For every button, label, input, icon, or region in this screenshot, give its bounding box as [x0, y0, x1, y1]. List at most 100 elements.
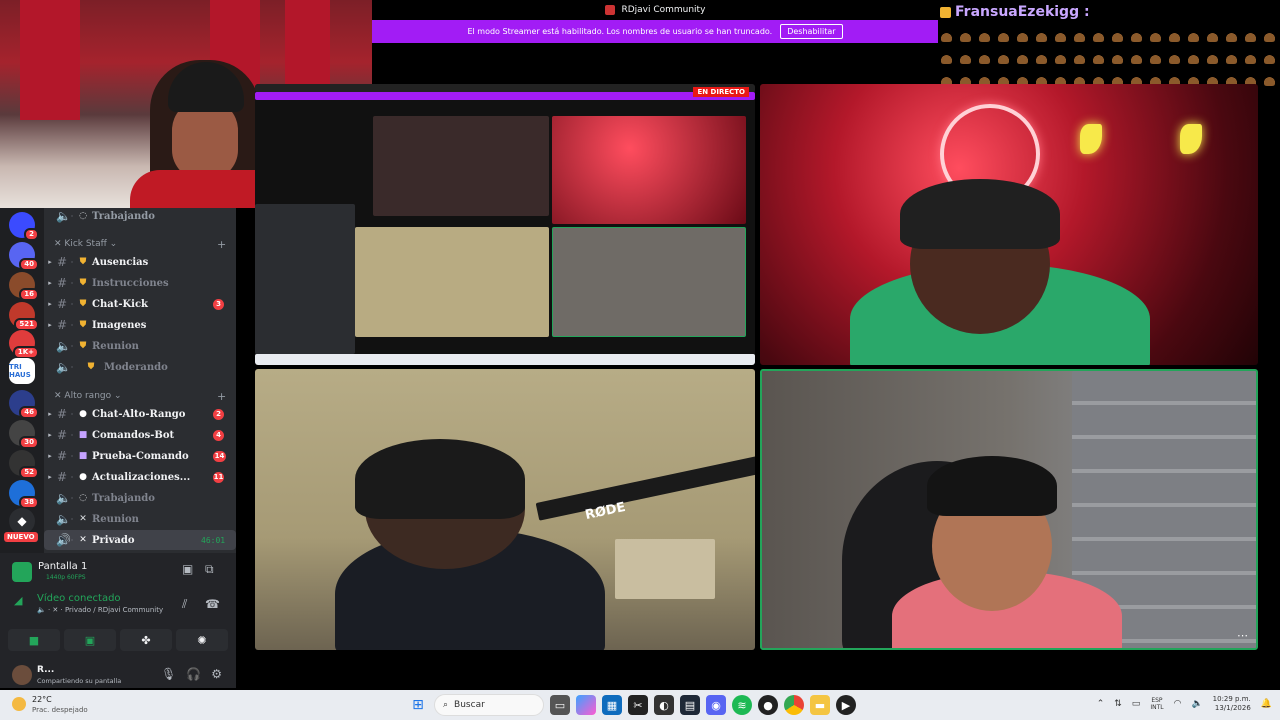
- app-icon[interactable]: ◐: [654, 695, 674, 715]
- screen-share-tile[interactable]: EN DIRECTO: [255, 84, 755, 365]
- popout-icon[interactable]: ⧉: [205, 562, 214, 577]
- video-tile-red-studio[interactable]: [760, 84, 1258, 365]
- capcut-icon[interactable]: ✂: [628, 695, 648, 715]
- clock-date: 13/1/2026: [1214, 704, 1251, 712]
- layout-label: INTL: [1150, 704, 1164, 711]
- server-icon[interactable]: 52: [9, 450, 39, 479]
- camera-button[interactable]: ■: [8, 629, 60, 651]
- search-input[interactable]: ⌕ Buscar: [434, 694, 544, 716]
- channel-trabajando[interactable]: 🔈 · ◌ Trabajando: [44, 488, 236, 508]
- poop-emote-icon: [1035, 31, 1048, 42]
- robot-icon: ■: [78, 451, 88, 461]
- channel-comandos-bot[interactable]: ▸ # · ■ Comandos-Bot 4: [44, 425, 236, 445]
- channel-chat-alto-rango[interactable]: ▸ # · ● Chat-Alto-Rango 2: [44, 404, 236, 424]
- poop-emote-icon: [1168, 53, 1181, 64]
- volume-icon[interactable]: 🔈: [1191, 699, 1202, 709]
- channel-reunion-2[interactable]: 🔈 · ✕ Reunion: [44, 509, 236, 529]
- server-icon[interactable]: 1K+: [9, 330, 39, 359]
- video-tile-room[interactable]: RØDE: [255, 369, 755, 650]
- nested-tile-red: [552, 116, 746, 224]
- poop-emote-icon: [1187, 31, 1200, 42]
- chrome-icon[interactable]: [784, 695, 804, 715]
- chat-username: FransuaEzekigg :: [955, 4, 1090, 20]
- store-icon[interactable]: ▦: [602, 695, 622, 715]
- app-icon[interactable]: ●: [758, 695, 778, 715]
- poop-emote-icon: [940, 53, 953, 64]
- server-icon[interactable]: 46: [9, 390, 39, 419]
- hash-icon: #: [56, 428, 68, 442]
- tools-icon: ✕: [79, 535, 87, 545]
- start-icon[interactable]: ⊞: [408, 695, 428, 715]
- disable-streamer-button[interactable]: Deshabilitar: [780, 24, 843, 39]
- server-icon-trihaus[interactable]: TRI HAUS: [9, 358, 35, 384]
- microphone-icon[interactable]: 🎙: [161, 667, 176, 681]
- channel-label: Trabajando: [92, 492, 155, 504]
- server-badge: 2: [24, 228, 39, 241]
- channel-prueba-comando[interactable]: ▸ # · ■ Prueba-Comando 14: [44, 446, 236, 466]
- channel-privado[interactable]: 🔊 · ✕ Privado 46:01: [44, 530, 236, 550]
- gear-icon[interactable]: ⚙: [211, 667, 222, 681]
- weather-icon[interactable]: [12, 697, 26, 711]
- voice-connected-label[interactable]: Vídeo conectado: [37, 593, 121, 604]
- hash-icon: #: [56, 318, 68, 332]
- nested-streamer-banner: [255, 92, 755, 100]
- channel-moderando[interactable]: 🔈 · ⛊ Moderando: [44, 357, 236, 377]
- channel-instrucciones[interactable]: ▸ # · ⛊ Instrucciones: [44, 273, 236, 293]
- nested-tile-room: [355, 227, 549, 337]
- avatar[interactable]: [12, 665, 32, 685]
- wifi-icon[interactable]: ◠: [1174, 699, 1182, 709]
- noise-suppression-icon[interactable]: ⫽: [182, 597, 187, 612]
- server-icon[interactable]: 38: [9, 480, 39, 509]
- stop-share-icon[interactable]: ▣: [182, 562, 193, 576]
- screen-share-row[interactable]: Pantalla 1 1440p 60FPS ▣ ⧉: [10, 558, 230, 584]
- language-indicator[interactable]: ESP INTL: [1150, 697, 1163, 711]
- window-title: RDjavi Community: [621, 5, 706, 15]
- channel-trabajando-top[interactable]: 🔈 · ◌ Trabajando: [44, 206, 236, 226]
- server-icon[interactable]: 30: [9, 420, 39, 449]
- channel-reunion[interactable]: 🔈 · ⛊ Reunion: [44, 336, 236, 356]
- task-view-icon[interactable]: ▭: [550, 695, 570, 715]
- channel-chat-kick[interactable]: ▸ # · ⛊ Chat-Kick 3: [44, 294, 236, 314]
- clock[interactable]: 10:29 p.m. 13/1/2026: [1213, 695, 1251, 713]
- separator-icon: ·: [70, 362, 74, 372]
- activities-button[interactable]: ✤: [120, 629, 172, 651]
- server-icon[interactable]: 521: [9, 302, 39, 331]
- server-badge: 521: [14, 318, 39, 331]
- headphones-icon[interactable]: 🎧: [186, 667, 201, 681]
- disconnect-icon[interactable]: ☎: [205, 597, 220, 611]
- server-icon[interactable]: 40: [9, 242, 39, 271]
- soundboard-button[interactable]: ✺: [176, 629, 228, 651]
- add-channel-icon[interactable]: +: [217, 238, 226, 251]
- file-explorer-icon[interactable]: ▬: [810, 695, 830, 715]
- channel-imagenes[interactable]: ▸ # · ⛊ Imagenes: [44, 315, 236, 335]
- separator-icon: ·: [70, 211, 74, 221]
- unread-badge: 4: [213, 429, 224, 441]
- video-tile-closet[interactable]: ⋯: [760, 369, 1258, 650]
- screen-share-button[interactable]: ▣: [64, 629, 116, 651]
- notifications-icon[interactable]: 🔔: [1261, 699, 1272, 709]
- shield-icon: ⛊: [79, 299, 87, 309]
- copilot-icon[interactable]: [576, 695, 596, 715]
- channel-actualizaciones[interactable]: ▸ # · ● Actualizaciones... 11: [44, 467, 236, 487]
- spotify-icon[interactable]: ≋: [732, 695, 752, 715]
- chevron-up-icon[interactable]: ⌃: [1097, 699, 1105, 709]
- more-options-icon[interactable]: ⋯: [1237, 629, 1248, 642]
- robot-icon: ■: [78, 430, 88, 440]
- discover-icon[interactable]: ◆: [9, 508, 35, 534]
- category-kick-staff[interactable]: ✕ Kick Staff ⌄ +: [54, 238, 226, 251]
- separator-icon: ·: [70, 320, 74, 330]
- clock-icon: ◌: [79, 211, 87, 221]
- battery-icon[interactable]: ▭: [1132, 699, 1141, 709]
- chevron-right-icon: ▸: [48, 410, 52, 418]
- armchair: [615, 539, 715, 599]
- network-icon[interactable]: ⇅: [1114, 699, 1122, 709]
- server-icon[interactable]: 2: [9, 212, 39, 241]
- category-alto-rango[interactable]: ✕ Alto rango ⌄ +: [54, 390, 226, 403]
- media-player-icon[interactable]: ▶: [836, 695, 856, 715]
- server-icon[interactable]: 16: [9, 272, 39, 301]
- discord-icon[interactable]: ◉: [706, 695, 726, 715]
- channel-ausencias[interactable]: ▸ # · ⛊ Ausencias: [44, 252, 236, 272]
- poop-emote-icon: [997, 31, 1010, 42]
- app-icon[interactable]: ▤: [680, 695, 700, 715]
- add-channel-icon[interactable]: +: [217, 390, 226, 403]
